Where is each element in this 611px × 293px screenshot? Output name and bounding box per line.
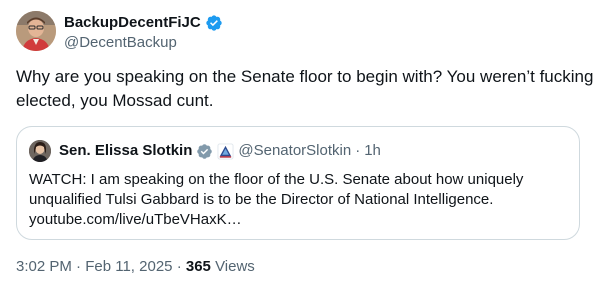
quoted-tweet-card[interactable]: Sen. Elissa Slotkin @SenatorSlotkin · 1h…	[16, 126, 580, 240]
views-label: Views	[215, 258, 255, 275]
tweet-text: Why are you speaking on the Senate floor…	[16, 67, 594, 110]
quoted-tweet-link[interactable]: youtube.com/live/uTbeVHaxK…	[29, 211, 242, 228]
views-count: 365	[185, 258, 211, 275]
tweet: BackupDecentFiJC @DecentBackup Why are y…	[0, 0, 611, 293]
author-handle[interactable]: @DecentBackup	[64, 33, 177, 53]
quoted-author-handle: @SenatorSlotkin	[238, 142, 352, 159]
quoted-separator: ·	[355, 142, 361, 159]
verified-badge-icon	[206, 15, 222, 31]
author-name-row: BackupDecentFiJC	[64, 13, 223, 33]
tweet-meta: 3:02 PM · Feb 11, 2025 · 365 Views	[16, 257, 255, 277]
quoted-timestamp[interactable]: 1h	[364, 141, 381, 161]
tweet-time[interactable]: 3:02 PM	[16, 258, 72, 275]
quoted-author-avatar[interactable]	[29, 140, 51, 162]
quoted-author-avatar-image	[29, 140, 51, 162]
quoted-tweet-text: WATCH: I am speaking on the floor of the…	[29, 170, 569, 230]
author-avatar-image	[16, 11, 56, 51]
quoted-tweet-body: WATCH: I am speaking on the floor of the…	[29, 171, 524, 208]
quoted-tweet-header: Sen. Elissa Slotkin @SenatorSlotkin · 1h	[29, 140, 381, 162]
author-avatar[interactable]	[16, 11, 56, 51]
us-senate-affiliation-icon	[217, 142, 234, 160]
meta-separator: ·	[76, 258, 82, 275]
tweet-date[interactable]: Feb 11, 2025	[85, 258, 172, 275]
author-name[interactable]: BackupDecentFiJC	[64, 13, 201, 33]
gray-verified-badge-icon	[197, 143, 213, 159]
quoted-author-name: Sen. Elissa Slotkin	[59, 142, 193, 159]
meta-separator: ·	[176, 258, 182, 275]
